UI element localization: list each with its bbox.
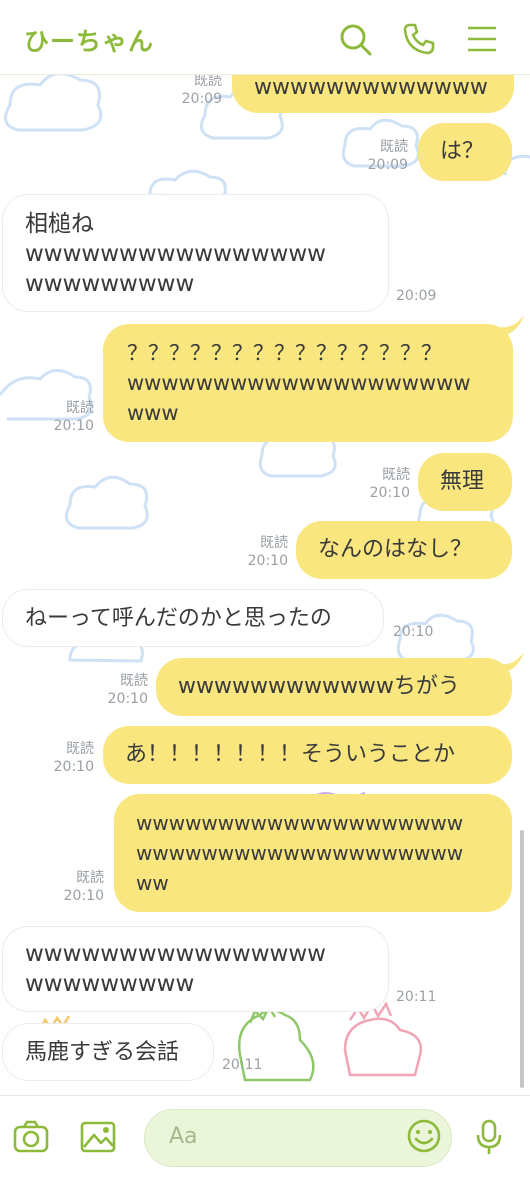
message-list[interactable]: 既読 20:09 wwwwwwwwwwwww 既読 20:09 は？ 相槌ね w… <box>0 75 530 1095</box>
read-meta: 既読 20:10 <box>48 869 104 905</box>
message-bubble-received[interactable]: 相槌ね wwwwwwwwwwwwwwww wwwwwwwww <box>2 194 389 312</box>
timestamp: 20:09 <box>367 157 408 173</box>
read-label: 既読 <box>194 75 222 89</box>
message-bubble-received[interactable]: wwwwwwwwwwwwwwww wwwwwwwww <box>2 926 389 1012</box>
timestamp: 20:10 <box>53 418 94 434</box>
read-meta: 既読 20:10 <box>38 740 94 776</box>
emoji-icon[interactable] <box>405 1117 443 1155</box>
timestamp: 20:10 <box>369 485 410 501</box>
read-meta: 既読 20:10 <box>226 534 288 570</box>
read-meta: 既読 20:09 <box>160 75 222 108</box>
message-bubble-sent[interactable]: ？？？？？？？？？？？？？？？ wwwwwwwwwwwwwwwwwwww www <box>103 324 513 442</box>
message-bubble-sent[interactable]: wwwwwwwwwwwww <box>232 75 514 113</box>
read-label: 既読 <box>76 870 104 886</box>
timestamp: 20:11 <box>396 989 437 1005</box>
read-label: 既読 <box>66 741 94 757</box>
message-bubble-received[interactable]: ねーって呼んだのかと思ったの <box>2 589 384 647</box>
phone-icon[interactable] <box>402 22 436 56</box>
read-meta: 既読 20:09 <box>344 138 408 174</box>
microphone-icon[interactable] <box>470 1118 508 1156</box>
timestamp: 20:10 <box>53 759 94 775</box>
message-bubble-sent[interactable]: は？ <box>418 123 512 181</box>
message-bubble-sent[interactable]: あ！！！！！！！そういうことか <box>103 726 512 784</box>
read-label: 既読 <box>66 400 94 416</box>
timestamp: 20:10 <box>393 624 434 640</box>
image-icon[interactable] <box>79 1118 117 1156</box>
timestamp: 20:11 <box>222 1057 263 1073</box>
message-bubble-sent[interactable]: なんのはなし？ <box>296 521 512 579</box>
read-label: 既読 <box>382 467 410 483</box>
read-label: 既読 <box>120 673 148 689</box>
read-meta: 既読 20:10 <box>40 399 94 435</box>
timestamp: 20:10 <box>247 553 288 569</box>
menu-icon[interactable] <box>466 22 500 56</box>
read-meta: 既読 20:10 <box>346 466 410 502</box>
bubble-tail <box>500 652 524 674</box>
timestamp: 20:10 <box>63 888 104 904</box>
bubble-tail <box>500 315 524 337</box>
message-bubble-sent[interactable]: wwwwwwwwwwwwちがう <box>156 658 512 716</box>
read-meta: 既読 20:10 <box>92 672 148 708</box>
read-label: 既読 <box>380 139 408 155</box>
message-bubble-sent[interactable]: wwwwwwwwwwwwwwwwwwww wwwwwwwwwwwwwwwwwww… <box>114 794 512 912</box>
scrollbar[interactable] <box>520 830 524 1088</box>
camera-icon[interactable] <box>12 1118 50 1156</box>
timestamp: 20:10 <box>107 691 148 707</box>
chat-header: ひーちゃん <box>0 0 530 75</box>
message-bubble-received[interactable]: 馬鹿すぎる会話 <box>2 1023 214 1081</box>
timestamp: 20:09 <box>396 288 437 304</box>
read-label: 既読 <box>260 535 288 551</box>
message-bubble-sent[interactable]: 無理 <box>418 453 512 511</box>
search-icon[interactable] <box>338 22 372 56</box>
chat-title: ひーちゃん <box>24 27 155 56</box>
timestamp: 20:09 <box>181 91 222 107</box>
message-composer: Aa <box>0 1095 530 1200</box>
